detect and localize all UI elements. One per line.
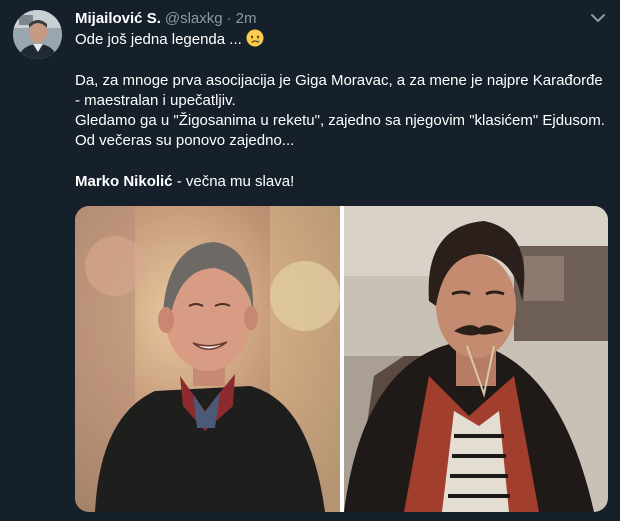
tweet-options-button[interactable] xyxy=(588,10,608,26)
tweet-text: Ode još jedna legenda ... Da, za mnoge p… xyxy=(75,29,607,192)
chevron-down-icon xyxy=(591,14,605,22)
header-separator: · xyxy=(226,10,232,27)
tweet-line-1: Ode još jedna legenda ... xyxy=(75,29,607,50)
tweet[interactable]: Mijailović S. @slaxkg · 2m Ode još jedna le… xyxy=(0,0,620,521)
avatar-photo xyxy=(13,10,62,59)
tweet-line-1-text: Ode još jedna legenda ... xyxy=(75,31,242,48)
avatar[interactable] xyxy=(13,10,62,59)
tweet-signoff: Marko Nikolić - večna mu slava! xyxy=(75,172,607,192)
signoff-name: Marko Nikolić xyxy=(75,173,173,190)
author-handle[interactable]: @slaxkg xyxy=(165,10,223,27)
tweet-paragraph-2: Gledamo ga u "Žigosanima u reketu", zaje… xyxy=(75,112,605,149)
crying-face-icon xyxy=(246,29,264,47)
media-photo-2[interactable] xyxy=(344,206,608,512)
media-photo-1[interactable] xyxy=(75,206,340,512)
tweet-header: Mijailović S. @slaxkg · 2m xyxy=(75,9,256,29)
timestamp[interactable]: 2m xyxy=(236,10,257,27)
author-name[interactable]: Mijailović S. xyxy=(75,10,161,27)
signoff-text: - večna mu slava! xyxy=(172,173,295,190)
tweet-media[interactable] xyxy=(75,206,608,512)
tweet-paragraph-1: Da, za mnoge prva asocijacija je Giga Mo… xyxy=(75,72,603,109)
